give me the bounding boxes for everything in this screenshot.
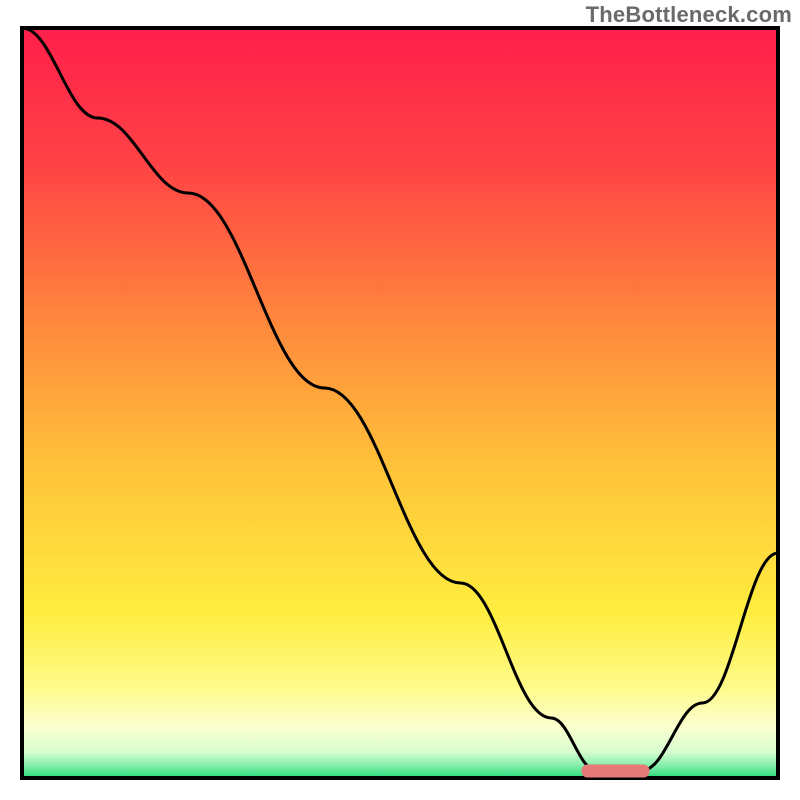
- chart-container: TheBottleneck.com: [0, 0, 800, 800]
- plot-background: [22, 28, 778, 778]
- bottleneck-chart: [0, 0, 800, 800]
- watermark-text: TheBottleneck.com: [586, 2, 792, 28]
- optimal-marker: [581, 765, 649, 778]
